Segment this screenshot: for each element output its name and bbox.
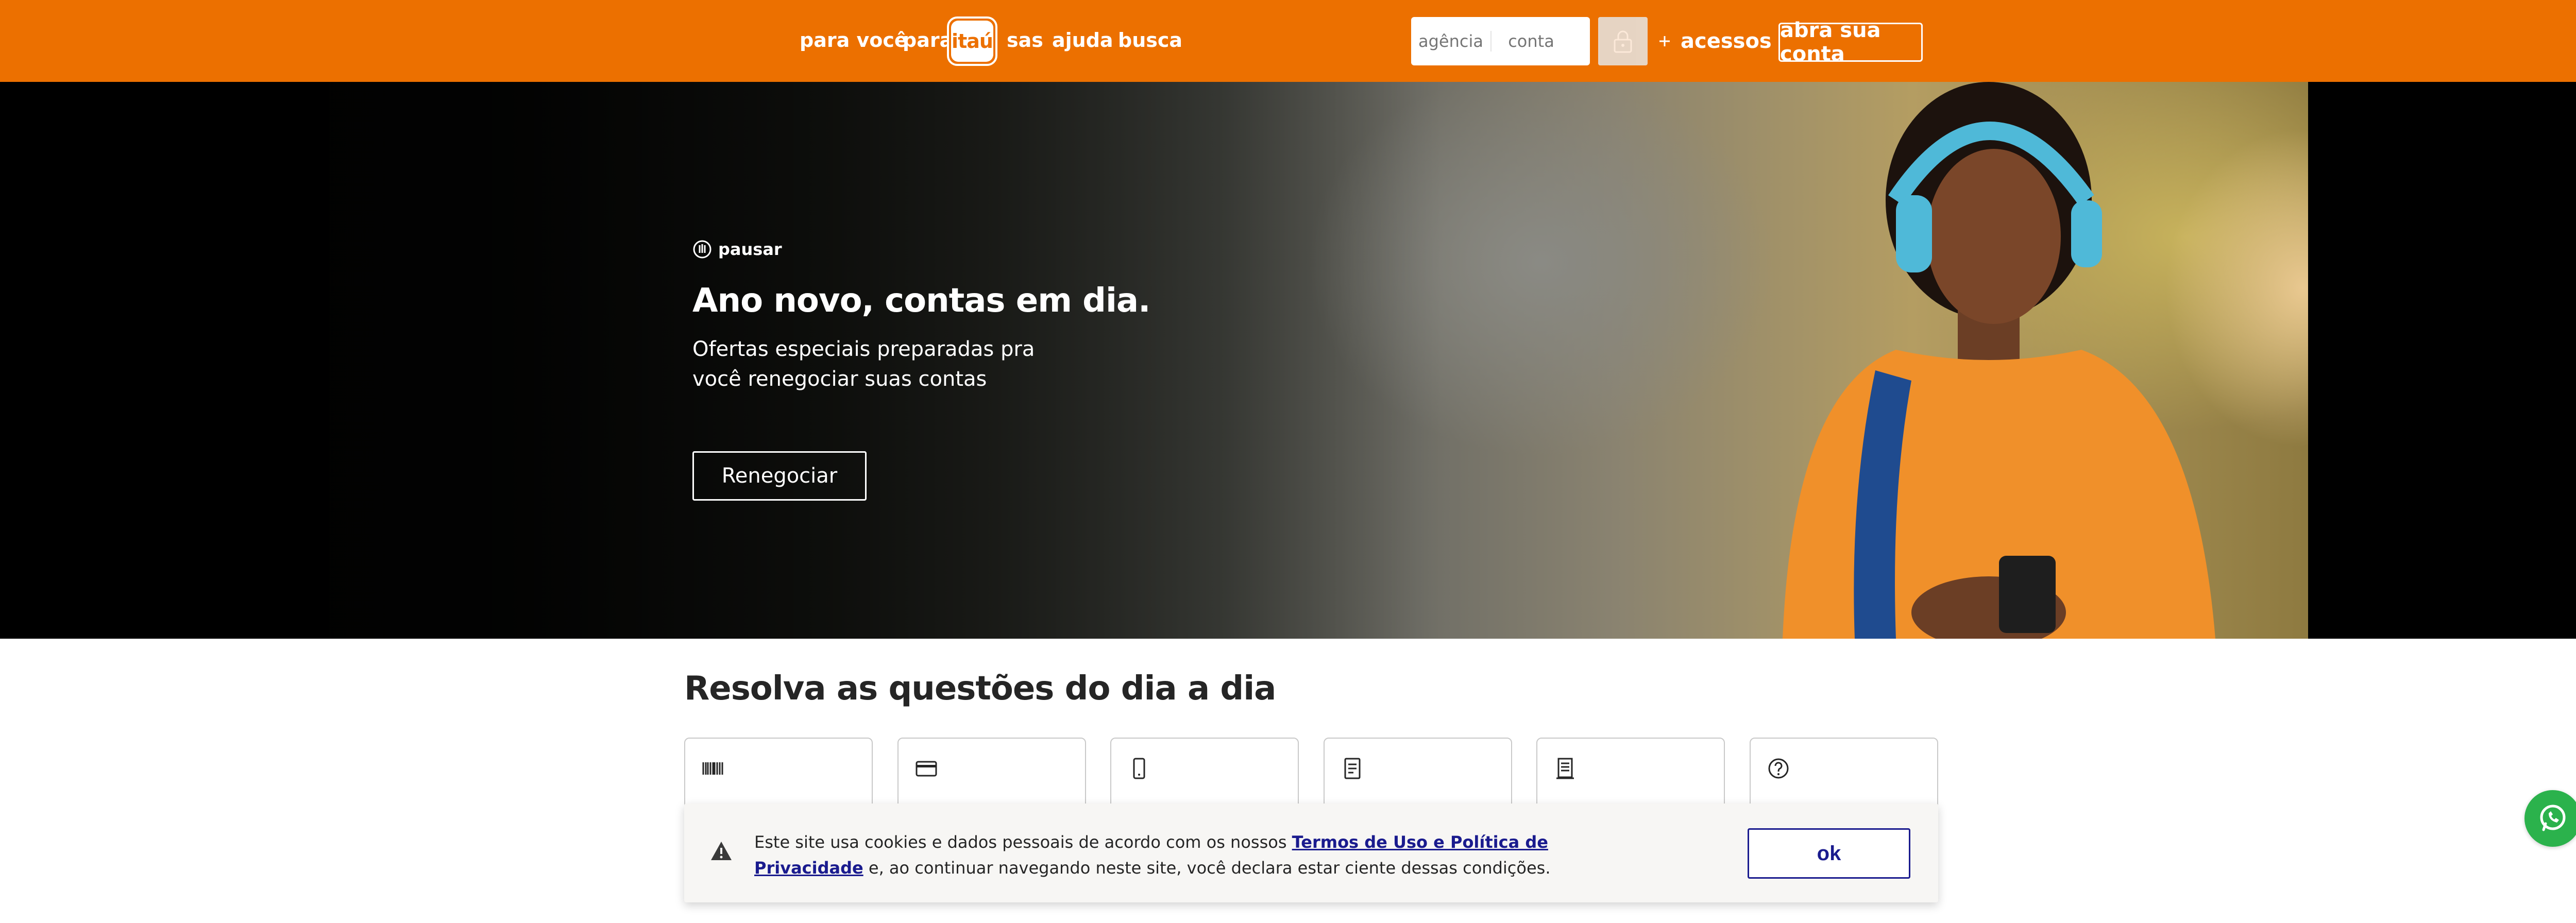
document-icon [1556, 758, 1574, 779]
barcode-icon [702, 762, 723, 775]
hero-banner: pausar Ano novo, contas em dia. Ofertas … [0, 82, 2576, 639]
cookie-text-before: Este site usa cookies e dados pessoais d… [754, 832, 1292, 852]
cookie-banner: Este site usa cookies e dados pessoais d… [684, 804, 1938, 902]
cookie-message: Este site usa cookies e dados pessoais d… [754, 829, 1568, 881]
section-title: Resolva as questões do dia a dia [684, 670, 1276, 708]
warning-icon [711, 842, 732, 860]
cookie-ok-button[interactable]: ok [1748, 828, 1910, 879]
logo-badge: itaú [951, 21, 993, 62]
site-header: para você para sas ajuda busca itaú aces… [0, 0, 2576, 82]
nav-busca[interactable]: busca [1118, 25, 1182, 56]
cookie-text-after: e, ao continuar navegando neste site, vo… [863, 858, 1551, 878]
plus-icon [1659, 36, 1670, 46]
help-icon [1768, 758, 1789, 779]
mobile-phone-icon [1133, 758, 1145, 779]
agency-input[interactable] [1411, 31, 1490, 52]
acessos-menu[interactable]: acessos [1658, 25, 1772, 58]
whatsapp-button[interactable] [2524, 790, 2576, 847]
whatsapp-icon [2540, 805, 2566, 831]
lock-icon [1614, 30, 1632, 53]
nav-ajuda[interactable]: ajuda [1052, 25, 1113, 56]
logo-text: itaú [952, 30, 993, 53]
nav-empresas[interactable]: sas [1007, 25, 1043, 56]
renegotiate-button[interactable]: Renegociar [692, 451, 867, 501]
account-input[interactable] [1492, 31, 1571, 52]
login-box [1411, 17, 1590, 65]
pause-hand-icon [693, 240, 711, 259]
hero-subtitle: Ofertas especiais preparadas pra você re… [692, 337, 1035, 391]
login-submit-button[interactable] [1598, 17, 1648, 65]
nav-para-empresas[interactable]: para [903, 25, 953, 56]
receipt-icon [1344, 758, 1361, 779]
acessos-label: acessos [1681, 29, 1772, 53]
nav-para-voce[interactable]: para você [800, 25, 908, 56]
itau-logo[interactable]: itaú [947, 16, 997, 66]
credit-card-icon [916, 761, 937, 777]
pause-label: pausar [718, 240, 782, 259]
hero-title: Ano novo, contas em dia. [692, 282, 1150, 320]
open-account-button[interactable]: abra sua conta [1778, 19, 1923, 66]
pause-carousel-button[interactable]: pausar [692, 239, 782, 260]
hero-gradient-overlay [0, 82, 2576, 639]
